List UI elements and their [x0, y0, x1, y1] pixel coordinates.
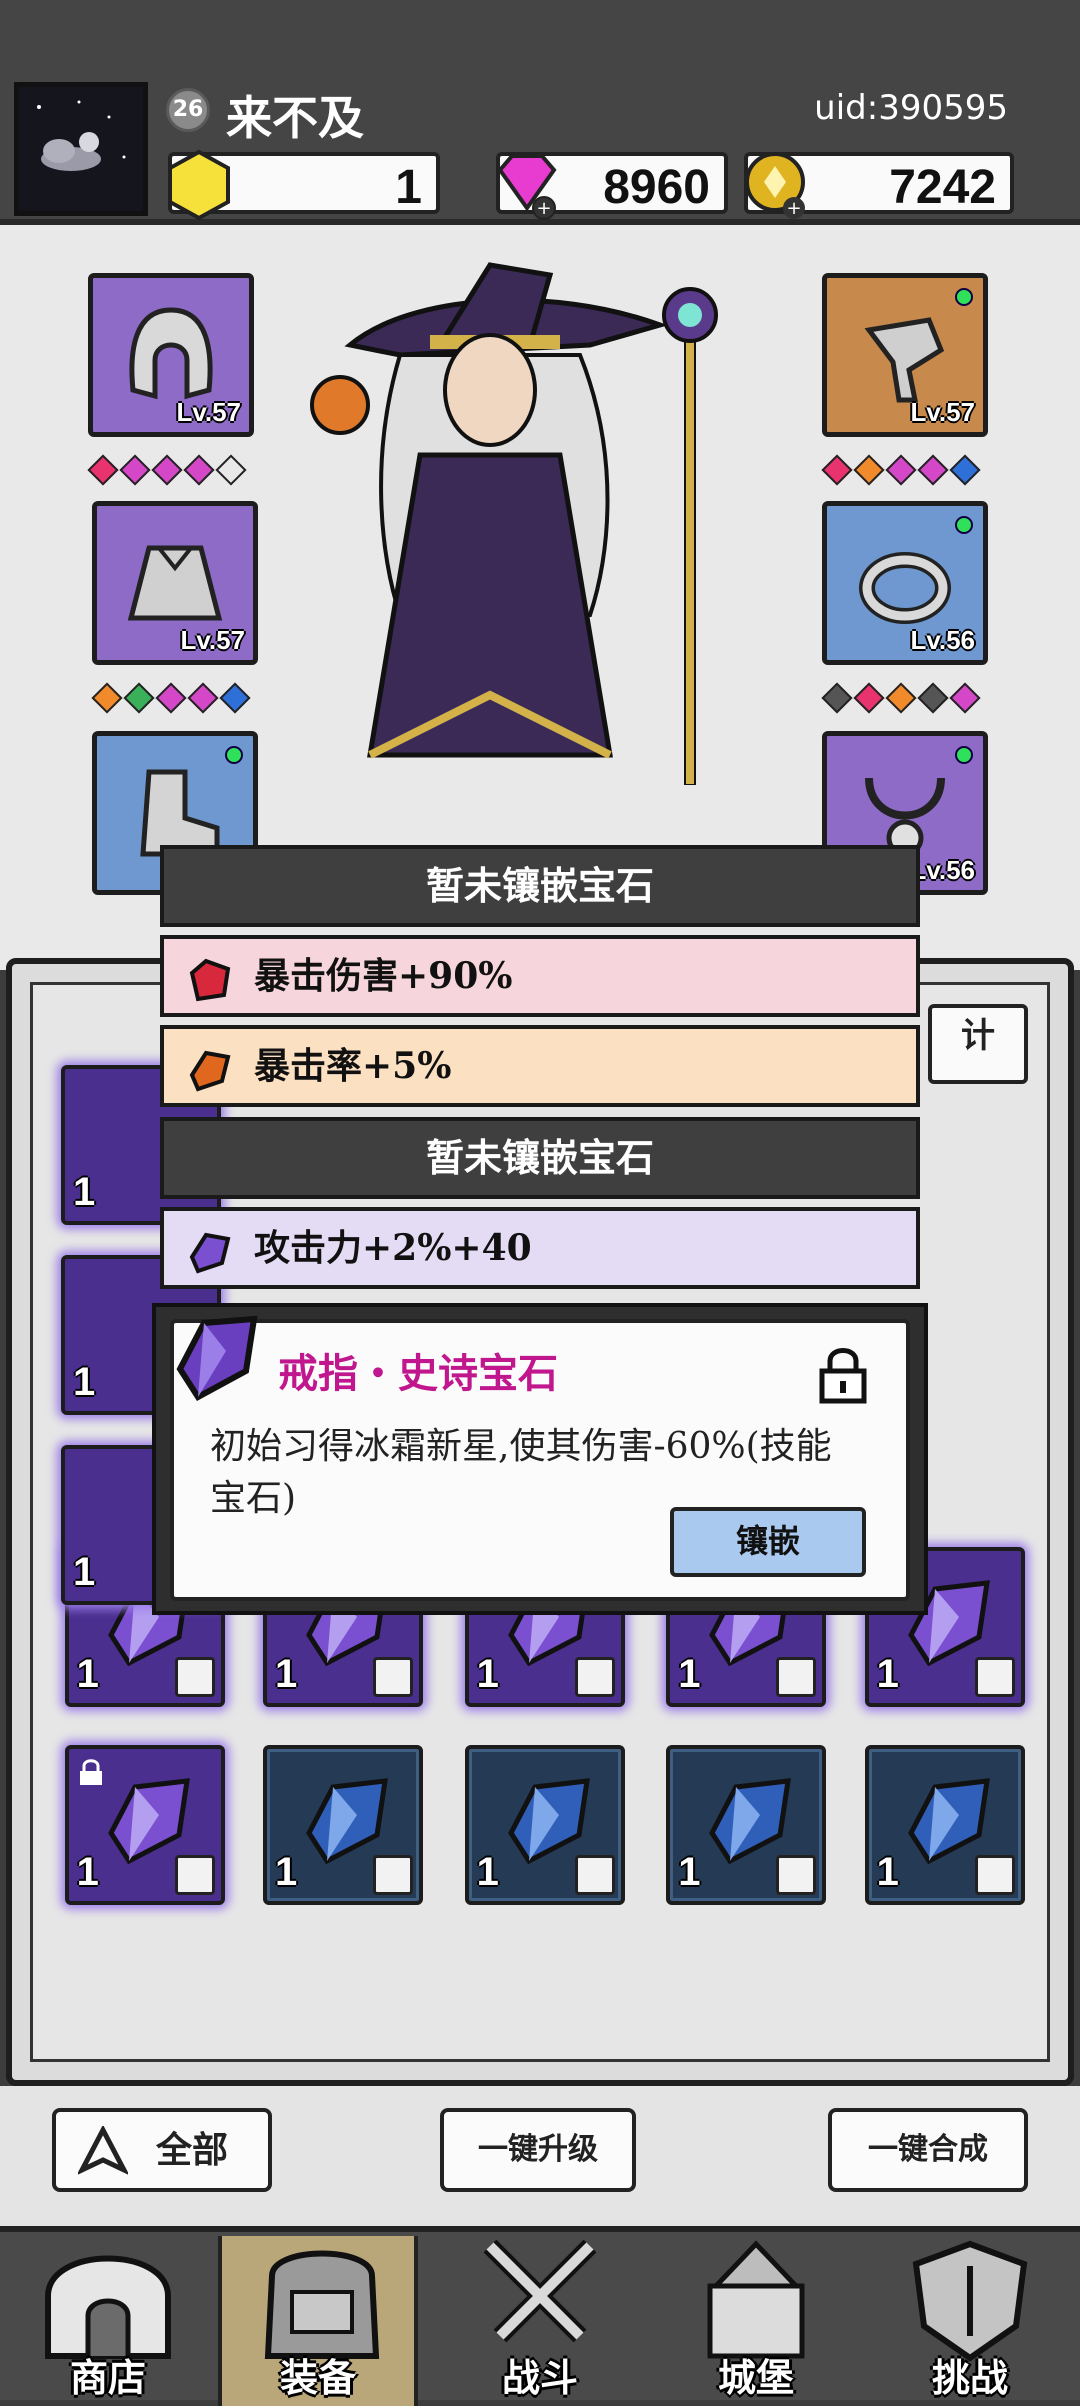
- embed-gem-button[interactable]: 镶嵌: [670, 1507, 866, 1577]
- item-quantity: 1: [678, 1850, 701, 1894]
- armor-gem-sockets: [91, 682, 251, 714]
- hood-icon: [129, 307, 213, 400]
- inventory-cell[interactable]: 1: [666, 1745, 827, 1905]
- nav-equipment[interactable]: 装备: [218, 2236, 418, 2406]
- cloak-icon: [127, 545, 223, 621]
- equipment-type-icon: [174, 1855, 215, 1895]
- lock-icon[interactable]: [816, 1343, 870, 1405]
- item-quantity: 1: [678, 1651, 701, 1696]
- player-level-badge: 26: [166, 88, 210, 132]
- equipment-type-icon: [776, 1656, 817, 1697]
- equipment-type-icon: [574, 1855, 615, 1895]
- equipment-type-icon: [776, 1855, 817, 1895]
- player-uid: uid:390595: [814, 88, 1008, 128]
- inventory-cell[interactable]: 1: [464, 1745, 625, 1905]
- helmet-gem-sockets: [87, 454, 247, 486]
- filter-all-button[interactable]: 全部: [52, 2108, 272, 2192]
- merge-all-button[interactable]: 一键合成: [828, 2108, 1028, 2192]
- red-gem-icon: [189, 958, 231, 1002]
- equip-slot-ring[interactable]: Lv.56: [822, 501, 988, 665]
- item-quantity: 1: [73, 1170, 96, 1214]
- socket-empty-header-1: 暂未镶嵌宝石: [160, 845, 920, 927]
- item-quantity: 1: [275, 1651, 298, 1696]
- nav-battle[interactable]: 战斗: [440, 2236, 640, 2406]
- item-quantity: 1: [73, 1360, 96, 1404]
- coin-counter[interactable]: + 7242: [744, 152, 1014, 219]
- item-quantity: 1: [476, 1850, 499, 1894]
- lock-icon: [79, 1759, 102, 1785]
- gem-detail-card: 戒指・史诗宝石 初始习得冰霜新星,使其伤害-60%(技能宝石) 镶嵌: [152, 1303, 928, 1615]
- item-quantity: 1: [476, 1651, 499, 1696]
- equipment-type-icon: [174, 1656, 215, 1697]
- inventory-cell[interactable]: 1: [864, 1745, 1025, 1905]
- wand-icon: [864, 317, 945, 403]
- nav-shop[interactable]: 商店: [8, 2236, 208, 2406]
- ring-icon: [859, 552, 951, 624]
- upgrade-all-button[interactable]: 一键升级: [440, 2108, 636, 2192]
- socket-empty-header-2: 暂未镶嵌宝石: [160, 1117, 920, 1199]
- diamond-icon: +: [497, 154, 557, 220]
- equip-slot-armor[interactable]: Lv.57: [92, 501, 258, 665]
- upgrade-available-dot: [225, 746, 243, 764]
- upgrade-available-dot: [955, 288, 973, 306]
- ring-gem-sockets: [821, 682, 981, 714]
- inventory-cell[interactable]: 1: [64, 1745, 225, 1905]
- purple-gem-icon: [189, 1232, 231, 1274]
- item-quantity: 1: [76, 1850, 99, 1894]
- hero-witch-portrait: [310, 262, 718, 785]
- upgrade-available-dot: [955, 746, 973, 764]
- nav-challenge[interactable]: 挑战: [870, 2236, 1070, 2406]
- stat-attack: 攻击力+2%+40: [160, 1207, 920, 1289]
- equipment-type-icon: [574, 1656, 615, 1697]
- action-bar: 全部 一键升级 一键合成: [0, 2086, 1080, 2226]
- equip-slot-weapon[interactable]: Lv.57: [822, 273, 988, 437]
- item-quantity: 1: [76, 1651, 99, 1696]
- equipment-type-icon: [974, 1656, 1015, 1697]
- triangle-filter-icon: [78, 2126, 128, 2175]
- nav-castle[interactable]: 城堡: [656, 2236, 856, 2406]
- gold-crystal-icon: [168, 149, 230, 221]
- item-quantity: 1: [876, 1651, 899, 1696]
- player-name: 来不及: [226, 91, 364, 145]
- equipment-type-icon: [373, 1656, 413, 1697]
- player-avatar[interactable]: [14, 82, 148, 216]
- gold-crystal-counter: 1: [168, 149, 440, 221]
- coin-icon: +: [745, 152, 805, 219]
- upgrade-available-dot: [955, 516, 973, 534]
- weapon-gem-sockets: [821, 454, 981, 486]
- item-quantity: 1: [876, 1850, 899, 1894]
- epic-ring-gem-icon: [176, 1315, 258, 1401]
- item-quantity: 1: [275, 1850, 298, 1894]
- inventory-cell[interactable]: 1: [263, 1745, 423, 1905]
- tab-partial[interactable]: 计: [928, 1004, 1028, 1084]
- equipment-type-icon: [373, 1855, 413, 1895]
- top-bar: 26 来不及 uid:390595 1 + 8960 + 7242: [0, 0, 1080, 225]
- equip-slot-helmet[interactable]: Lv.57: [88, 273, 254, 437]
- svg-text:+: +: [536, 198, 551, 219]
- orange-gem-icon: [189, 1050, 231, 1092]
- stat-crit-damage: 暴击伤害+90%: [160, 935, 920, 1017]
- equipment-type-icon: [974, 1855, 1015, 1895]
- gem-title: 戒指・史诗宝石: [278, 1350, 558, 1397]
- svg-text:+: +: [786, 198, 801, 219]
- diamond-counter[interactable]: + 8960: [496, 152, 728, 220]
- item-quantity: 1: [73, 1550, 96, 1594]
- stat-crit-rate: 暴击率+5%: [160, 1025, 920, 1107]
- bottom-nav: 商店 装备 战斗 城堡 挑战: [0, 2226, 1080, 2406]
